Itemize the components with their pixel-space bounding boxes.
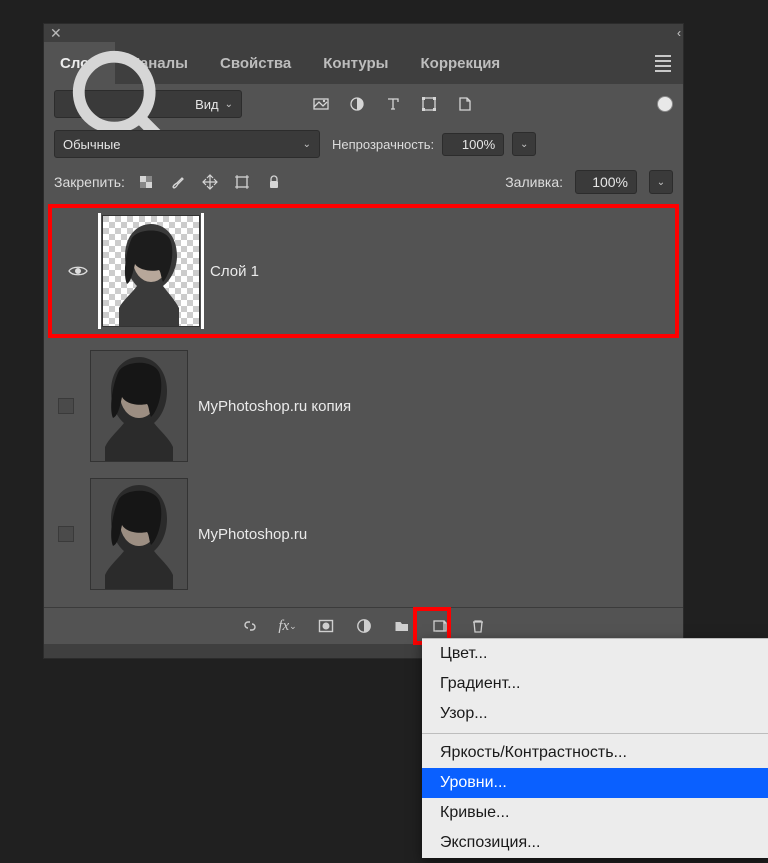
- new-layer-icon[interactable]: [430, 616, 450, 636]
- new-group-icon[interactable]: [392, 616, 412, 636]
- lock-label: Закрепить:: [54, 174, 125, 190]
- layer-row[interactable]: Слой 1: [56, 211, 671, 331]
- lock-row: Закрепить: Заливка: 100% ⌄: [44, 164, 683, 200]
- visibility-eye-icon[interactable]: [68, 264, 88, 278]
- visibility-toggle[interactable]: [58, 526, 74, 542]
- layer-name[interactable]: MyPhotoshop.ru: [198, 526, 307, 543]
- fill-label: Заливка:: [505, 174, 563, 190]
- layer-thumbnail[interactable]: [90, 478, 188, 590]
- panel-options-menu[interactable]: [643, 42, 683, 84]
- panel-header: ✕ ‹‹: [44, 24, 683, 42]
- filter-toggle-switch[interactable]: [657, 96, 673, 112]
- adjustment-layer-icon[interactable]: [354, 616, 374, 636]
- tab-paths[interactable]: Контуры: [307, 42, 404, 84]
- ctx-item-brightness[interactable]: Яркость/Контрастность...: [422, 738, 768, 768]
- tab-properties[interactable]: Свойства: [204, 42, 307, 84]
- lock-artboard-icon[interactable]: [233, 173, 251, 191]
- layer-thumbnail[interactable]: [90, 350, 188, 462]
- ctx-separator: [422, 733, 768, 734]
- fill-chevron[interactable]: ⌄: [649, 170, 673, 194]
- link-layers-icon[interactable]: [240, 616, 260, 636]
- layer-name[interactable]: Слой 1: [210, 263, 259, 280]
- layer-name[interactable]: MyPhotoshop.ru копия: [198, 398, 351, 415]
- filter-type-icon[interactable]: [382, 93, 404, 115]
- ctx-item-levels[interactable]: Уровни...: [422, 768, 768, 798]
- filter-adjustment-icon[interactable]: [346, 93, 368, 115]
- blend-row: Обычные ⌄ Непрозрачность: 100% ⌄: [44, 124, 683, 164]
- lock-all-icon[interactable]: [265, 173, 283, 191]
- opacity-label: Непрозрачность:: [332, 137, 434, 152]
- filter-smartobject-icon[interactable]: [454, 93, 476, 115]
- fill-value[interactable]: 100%: [575, 170, 637, 194]
- layer-thumbnail[interactable]: [102, 215, 200, 327]
- tab-adjustments[interactable]: Коррекция: [405, 42, 517, 84]
- visibility-toggle[interactable]: [58, 398, 74, 414]
- opacity-value[interactable]: 100%: [442, 133, 504, 156]
- close-icon[interactable]: ✕: [50, 25, 62, 42]
- layer-row-highlight: Слой 1: [48, 204, 679, 338]
- filter-row: Вид ⌄: [44, 84, 683, 124]
- lock-position-icon[interactable]: [201, 173, 219, 191]
- layer-style-icon[interactable]: fx⌄: [278, 616, 298, 636]
- layer-filter-label: Вид: [195, 97, 219, 112]
- layer-row[interactable]: MyPhotoshop.ru: [44, 474, 683, 594]
- ctx-item-curves[interactable]: Кривые...: [422, 798, 768, 828]
- chevron-down-icon: ⌄: [225, 99, 233, 110]
- opacity-chevron[interactable]: ⌄: [512, 132, 536, 156]
- ctx-item-pattern[interactable]: Узор...: [422, 699, 768, 729]
- layer-mask-icon[interactable]: [316, 616, 336, 636]
- ctx-item-color[interactable]: Цвет...: [422, 639, 768, 669]
- chevron-down-icon: ⌄: [303, 139, 311, 150]
- layer-filter-dropdown[interactable]: Вид ⌄: [54, 90, 242, 118]
- filter-shape-icon[interactable]: [418, 93, 440, 115]
- blend-mode-value: Обычные: [63, 137, 120, 152]
- layer-list: Слой 1 MyPhotoshop.ru копия: [44, 200, 683, 607]
- adjustment-context-menu: Цвет... Градиент... Узор... Яркость/Конт…: [422, 638, 768, 858]
- ctx-item-exposure[interactable]: Экспозиция...: [422, 828, 768, 858]
- filter-pixel-icon[interactable]: [310, 93, 332, 115]
- ctx-item-gradient[interactable]: Градиент...: [422, 669, 768, 699]
- blend-mode-dropdown[interactable]: Обычные ⌄: [54, 130, 320, 158]
- layers-panel: ✕ ‹‹ Слои Каналы Свойства Контуры Коррек…: [44, 24, 683, 658]
- layer-row[interactable]: MyPhotoshop.ru копия: [44, 346, 683, 466]
- hamburger-icon: [655, 55, 671, 72]
- delete-layer-icon[interactable]: [468, 616, 488, 636]
- lock-brush-icon[interactable]: [169, 173, 187, 191]
- lock-transparency-icon[interactable]: [137, 173, 155, 191]
